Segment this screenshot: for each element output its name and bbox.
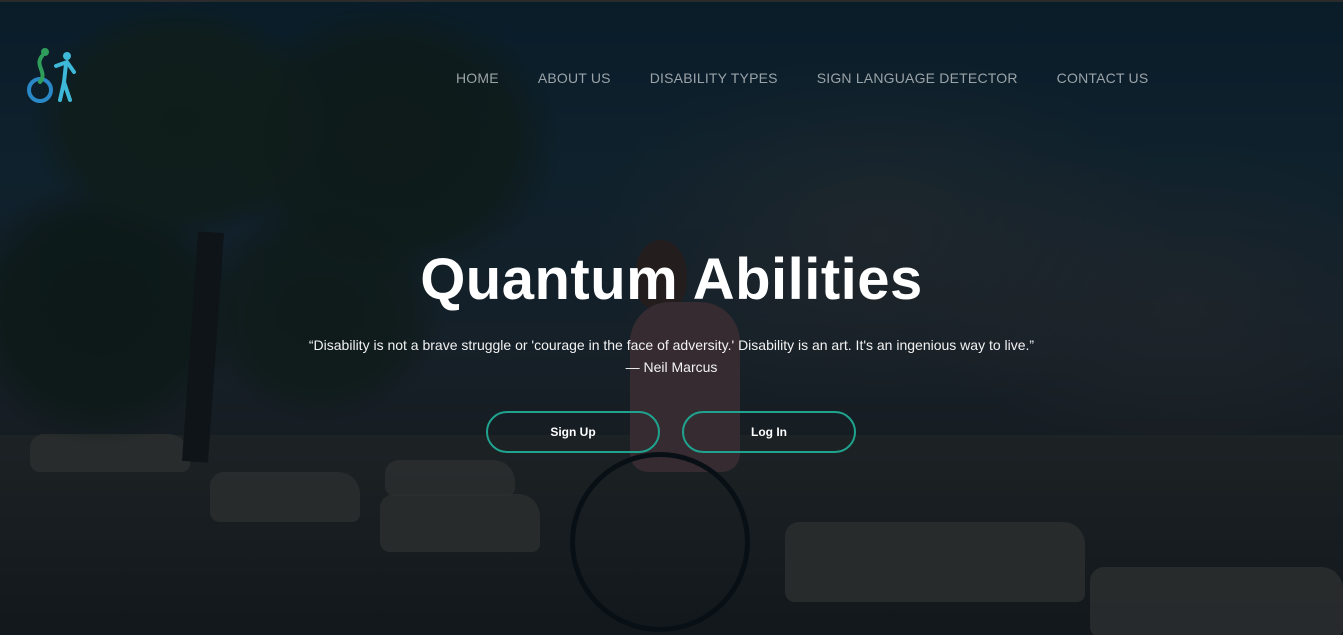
main-nav: HOME ABOUT US DISABILITY TYPES SIGN LANG… xyxy=(456,70,1148,86)
hero-quote-block: “Disability is not a brave struggle or '… xyxy=(0,334,1343,378)
dark-overlay xyxy=(0,2,1343,635)
quote-author: — Neil Marcus xyxy=(625,359,718,375)
nav-sign-language-detector[interactable]: SIGN LANGUAGE DETECTOR xyxy=(817,70,1018,86)
log-in-button[interactable]: Log In xyxy=(682,411,856,453)
hero-section: HOME ABOUT US DISABILITY TYPES SIGN LANG… xyxy=(0,0,1343,635)
auth-buttons: Sign Up Log In xyxy=(486,411,856,453)
nav-home[interactable]: HOME xyxy=(456,70,499,86)
nav-contact-us[interactable]: CONTACT US xyxy=(1057,70,1149,86)
nav-about-us[interactable]: ABOUT US xyxy=(538,70,611,86)
hero-title: Quantum Abilities xyxy=(420,247,923,312)
nav-disability-types[interactable]: DISABILITY TYPES xyxy=(650,70,778,86)
logo-icon[interactable] xyxy=(26,46,78,106)
sign-up-button[interactable]: Sign Up xyxy=(486,411,660,453)
quote-text: “Disability is not a brave struggle or '… xyxy=(308,337,1035,353)
